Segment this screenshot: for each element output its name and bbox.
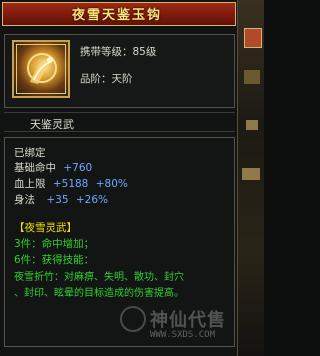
stat-value: +35 <box>46 194 69 206</box>
set-bonus-6: 6件：获得技能： <box>14 254 95 266</box>
set-skill-desc-1: 夜雪折竹：对麻痹、失明、散功、封穴 <box>14 272 184 283</box>
stat-bonus: +26% <box>75 194 108 206</box>
item-subname: 天鉴灵武 <box>30 118 74 131</box>
watermark-text: 神仙代售 <box>150 310 226 331</box>
set-bonus-3: 3件：命中增加； <box>14 238 95 250</box>
stat-value: +760 <box>63 162 93 174</box>
game-background-strip <box>238 0 264 356</box>
stat-base-hit: 基础命中 +760 <box>14 160 92 175</box>
item-icon-inner-border <box>16 44 66 94</box>
set-skill-desc-2: 、封印、眩晕的目标造成的伤害提高。 <box>14 288 184 299</box>
item-rank: 品阶：天阶 <box>80 73 133 85</box>
background-ui-fragment <box>244 28 262 48</box>
item-title: 夜雪天鉴玉钩 <box>71 8 162 23</box>
background-ui-fragment <box>244 70 260 84</box>
watermark-url: WWW.SXDS.COM <box>150 330 216 340</box>
stat-bonus: +80% <box>95 178 128 190</box>
stat-value: +5188 <box>52 178 89 190</box>
background-ui-fragment <box>242 168 260 180</box>
stat-label: 基础命中 <box>14 162 56 174</box>
stat-agility: 身法 +35 +26% <box>14 192 108 207</box>
stat-label: 身法 <box>14 194 35 206</box>
carry-level: 携带等级：85级 <box>80 46 157 58</box>
set-name: 【夜雪灵武】 <box>14 222 77 234</box>
background-ui-fragment <box>246 120 258 130</box>
stat-label: 血上限 <box>14 178 46 190</box>
bound-status: 已绑定 <box>14 147 46 159</box>
stat-hp: 血上限 +5188 +80% <box>14 176 128 191</box>
sxds-logo-icon <box>120 306 146 332</box>
